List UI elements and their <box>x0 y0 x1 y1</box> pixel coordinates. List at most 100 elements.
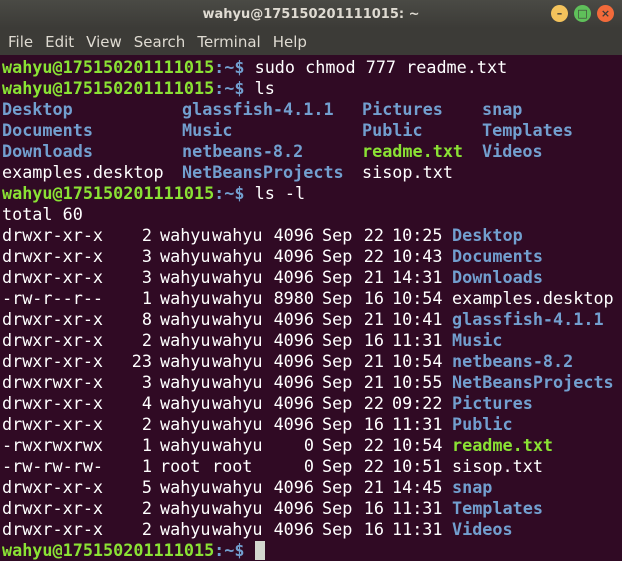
link-count: 2 <box>141 498 152 518</box>
file-name: glassfish-4.1.1 <box>452 309 604 329</box>
owner: wahyu <box>160 225 211 245</box>
month: Sep <box>322 414 353 434</box>
day: 16 <box>363 498 384 518</box>
month: Sep <box>322 477 353 497</box>
link-count: 4 <box>141 393 152 413</box>
terminal-output[interactable]: wahyu@175150201111015:~$ sudo chmod 777 … <box>0 55 622 561</box>
command-text: sudo chmod 777 readme.txt <box>254 57 508 77</box>
time: 10:51 <box>392 456 443 476</box>
link-count: 5 <box>141 477 152 497</box>
file-name: glassfish-4.1.1 <box>182 99 334 119</box>
permissions: drwxr-xr-x <box>2 498 104 518</box>
owner: wahyu <box>160 267 211 287</box>
ls-total: total 60 <box>2 204 83 224</box>
month: Sep <box>322 309 353 329</box>
size: 4096 <box>273 498 314 518</box>
ls-long-row: drwxr-xr-x 2 wahyu wahyu 4096 Sep 16 11:31 Music <box>2 330 622 351</box>
prompt-path: :~$ <box>214 183 255 203</box>
link-count: 2 <box>141 330 152 350</box>
prompt-path: :~$ <box>214 540 255 560</box>
day: 22 <box>363 393 384 413</box>
size: 4096 <box>273 309 314 329</box>
link-count: 3 <box>141 372 152 392</box>
prompt-path: :~$ <box>214 78 255 98</box>
day: 21 <box>363 267 384 287</box>
size: 8980 <box>273 288 314 308</box>
menu-file[interactable]: File <box>2 33 39 51</box>
file-name <box>482 162 622 183</box>
size: 4096 <box>273 351 314 371</box>
menu-search[interactable]: Search <box>128 33 192 51</box>
size: 4096 <box>273 267 314 287</box>
group: wahyu <box>212 435 263 455</box>
ls-long-row: -rw-r--r-- 1 wahyu wahyu 8980 Sep 16 10:54 examp… <box>2 288 622 309</box>
link-count: 2 <box>141 414 152 434</box>
close-icon[interactable]: × <box>597 5 614 22</box>
menu-terminal[interactable]: Terminal <box>191 33 266 51</box>
file-name: Templates <box>482 120 573 140</box>
day: 22 <box>363 456 384 476</box>
owner: wahyu <box>160 414 211 434</box>
owner: wahyu <box>160 288 211 308</box>
owner: wahyu <box>160 393 211 413</box>
time: 14:45 <box>392 477 443 497</box>
month: Sep <box>322 351 353 371</box>
month: Sep <box>322 288 353 308</box>
file-name: examples.desktop <box>452 288 614 308</box>
menu-view[interactable]: View <box>80 33 128 51</box>
ls-long-row: drwxr-xr-x 2 wahyu wahyu 4096 Sep 22 10:25 Deskt… <box>2 225 622 246</box>
group: wahyu <box>212 498 263 518</box>
prompt-line: wahyu@175150201111015:~$ sudo chmod 777 … <box>2 57 622 78</box>
maximize-icon[interactable]: □ <box>574 5 591 22</box>
file-name: netbeans-8.2 <box>182 141 304 161</box>
day: 16 <box>363 288 384 308</box>
group: wahyu <box>212 414 263 434</box>
link-count: 2 <box>141 225 152 245</box>
file-name: examples.desktop <box>2 162 164 182</box>
ls-row: Downloads netbeans-8.2 readme.txt Videos <box>2 141 622 162</box>
month: Sep <box>322 393 353 413</box>
prompt-user: wahyu@175150201111015 <box>2 57 215 77</box>
command-text: ls -l <box>254 183 306 203</box>
month: Sep <box>322 498 353 518</box>
prompt-line: wahyu@175150201111015:~$ <box>2 540 622 561</box>
size: 4096 <box>273 519 314 539</box>
cursor <box>254 541 265 560</box>
permissions: drwxrwxr-x <box>2 372 104 392</box>
group: root <box>212 456 253 476</box>
time: 11:31 <box>392 498 443 518</box>
title-bar: wahyu@175150201111015: ~ – □ × <box>0 0 622 28</box>
month: Sep <box>322 519 353 539</box>
month: Sep <box>322 330 353 350</box>
size: 4096 <box>273 225 314 245</box>
time: 10:54 <box>392 288 443 308</box>
file-name: Desktop <box>2 99 73 119</box>
ls-long-row: drwxr-xr-x 3 wahyu wahyu 4096 Sep 22 10:43 Docum… <box>2 246 622 267</box>
owner: wahyu <box>160 435 211 455</box>
group: wahyu <box>212 372 263 392</box>
time: 10:41 <box>392 309 443 329</box>
link-count: 2 <box>141 519 152 539</box>
owner: wahyu <box>160 246 211 266</box>
file-name: sisop.txt <box>452 456 543 476</box>
prompt-user: wahyu@175150201111015 <box>2 183 215 203</box>
size: 4096 <box>273 372 314 392</box>
ls-row: Desktop glassfish-4.1.1 Pictures snap <box>2 99 622 120</box>
file-name: snap <box>452 477 493 497</box>
menu-bar: File Edit View Search Terminal Help <box>0 28 622 55</box>
link-count: 1 <box>141 456 152 476</box>
month: Sep <box>322 435 353 455</box>
ls-long-row: -rw-rw-rw- 1 root root 0 Sep 22 10:51 sisop.txt <box>2 456 622 477</box>
file-name: Videos <box>452 519 513 539</box>
day: 16 <box>363 330 384 350</box>
menu-help[interactable]: Help <box>267 33 313 51</box>
link-count: 1 <box>141 288 152 308</box>
file-name: NetBeansProjects <box>182 162 344 182</box>
month: Sep <box>322 246 353 266</box>
file-name: Public <box>362 120 423 140</box>
menu-edit[interactable]: Edit <box>39 33 80 51</box>
file-name: Documents <box>452 246 543 266</box>
month: Sep <box>322 456 353 476</box>
group: wahyu <box>212 309 263 329</box>
minimize-icon[interactable]: – <box>551 5 568 22</box>
